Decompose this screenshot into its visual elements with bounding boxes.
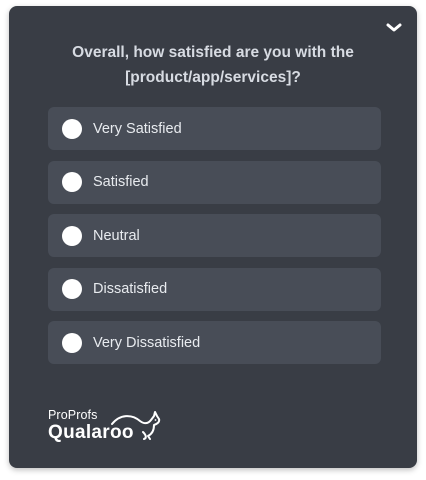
option-label: Satisfied xyxy=(93,174,149,190)
radio-button[interactable] xyxy=(62,279,82,299)
option-label: Very Dissatisfied xyxy=(93,334,201,351)
brand-logo[interactable]: ProProfs Qualaroo xyxy=(48,408,168,448)
option-very-dissatisfied[interactable]: Very Dissatisfied xyxy=(48,321,381,364)
option-label: Dissatisfied xyxy=(93,281,168,297)
collapse-button[interactable] xyxy=(385,20,403,34)
option-label: Very Satisfied xyxy=(93,120,182,137)
radio-button[interactable] xyxy=(62,118,82,139)
survey-question: Overall, how satisfied are you with the … xyxy=(72,44,354,86)
option-very-satisfied[interactable]: Very Satisfied xyxy=(48,107,381,150)
option-neutral[interactable]: Neutral xyxy=(48,214,381,257)
chevron-down-icon xyxy=(386,23,402,32)
radio-button[interactable] xyxy=(62,172,82,192)
radio-button[interactable] xyxy=(62,225,82,246)
option-label: Neutral xyxy=(93,227,140,244)
logo-line-proprofs: ProProfs xyxy=(48,408,98,422)
kangaroo-icon xyxy=(111,411,161,440)
answer-options: Very Satisfied Satisfied Neutral Dissati… xyxy=(48,107,381,375)
option-satisfied[interactable]: Satisfied xyxy=(48,160,381,204)
option-dissatisfied[interactable]: Dissatisfied xyxy=(48,267,381,311)
radio-button[interactable] xyxy=(62,332,82,353)
survey-widget: Overall, how satisfied are you with the … xyxy=(9,6,417,468)
